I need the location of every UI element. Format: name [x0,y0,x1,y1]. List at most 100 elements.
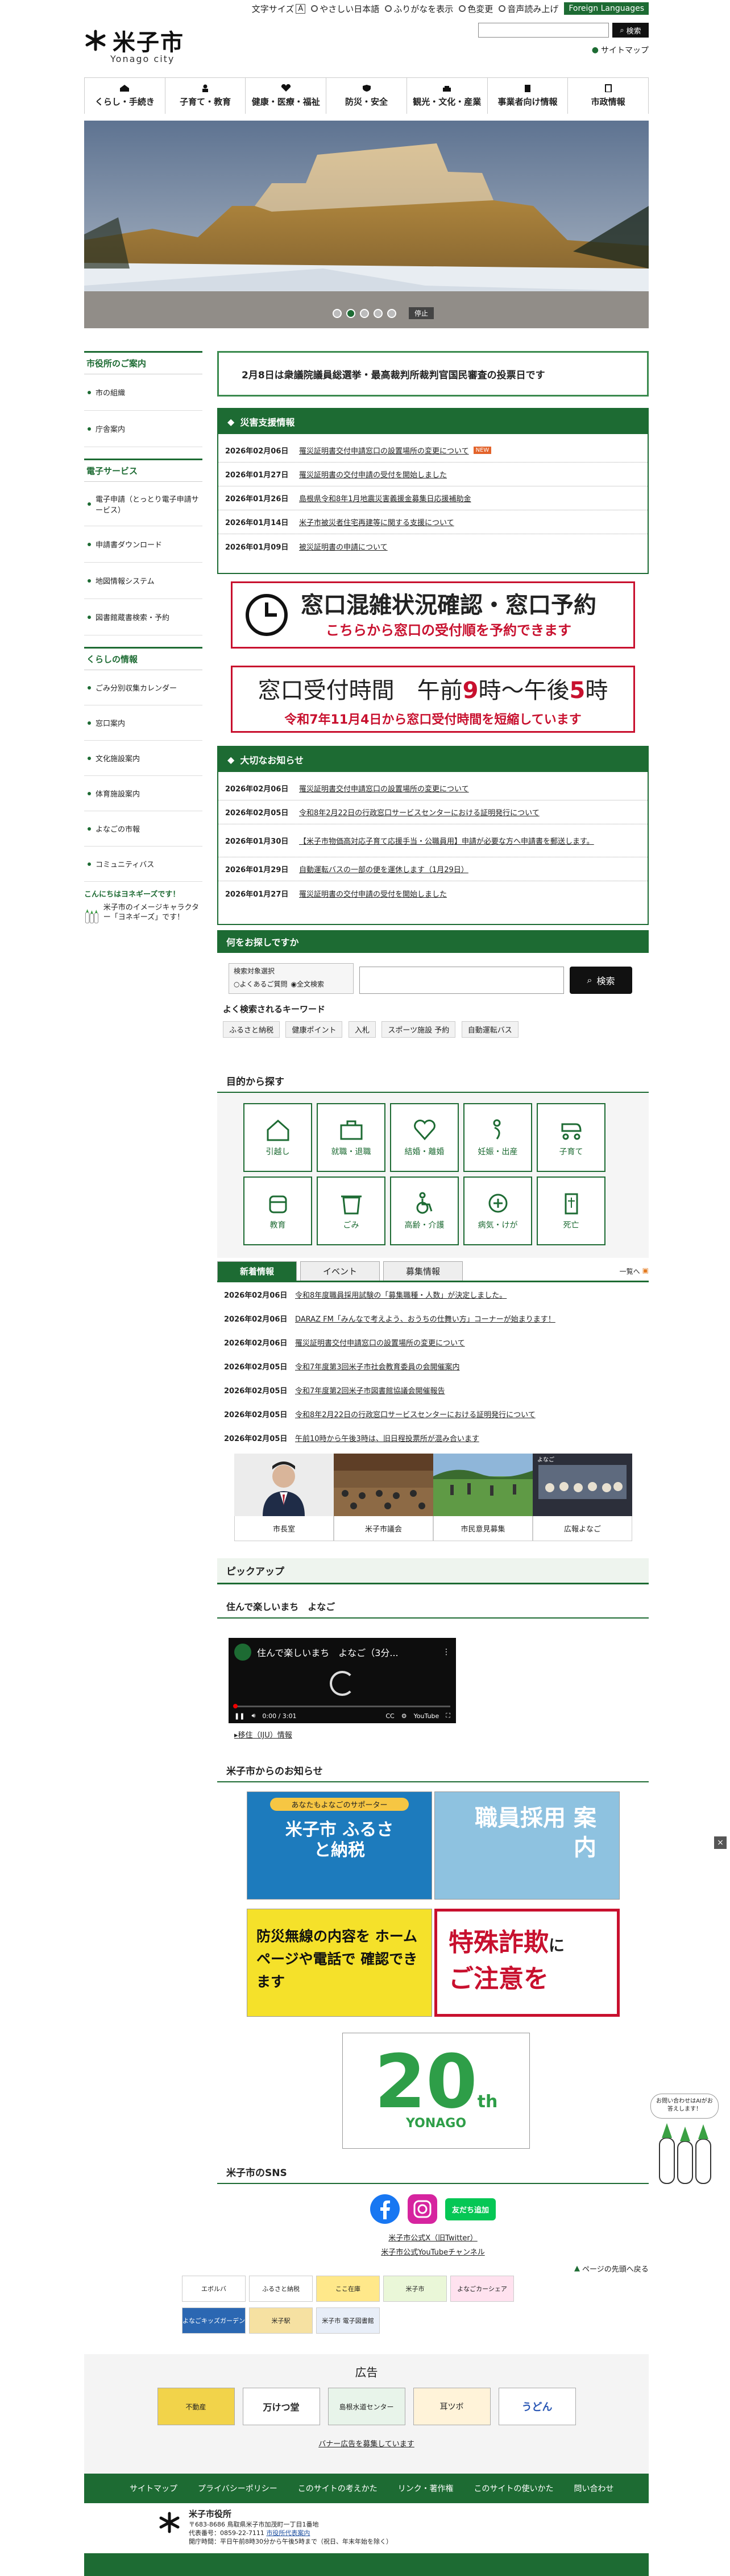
sidebar-item-forms[interactable]: 申請書ダウンロード [84,526,202,563]
facebook-icon[interactable] [370,2194,400,2224]
furigana-toggle[interactable]: ふりがなを表示 [385,3,453,15]
news-item[interactable]: 2026年02月06日 DARAZ FM「みんなで考えよう、おうちの仕舞い方」コー… [217,1306,649,1330]
font-size-button[interactable]: A [296,3,306,14]
site-search-button[interactable]: ⌕ 検索 [570,967,632,994]
sidebar-item-counter[interactable]: 窓口案内 [84,705,202,741]
news-list-link[interactable]: 一覧へ ▣ [620,1266,649,1276]
youtube-link[interactable]: 米子市公式YouTubeチャンネル [217,2246,649,2257]
slideshow-stop-button[interactable]: 停止 [409,307,434,319]
small-banner[interactable]: エボルバ [182,2276,246,2302]
nav-business[interactable]: 事業者向け情報 [488,78,569,114]
keyword-tag[interactable]: スポーツ施設 予約 [381,1021,456,1038]
page-top-link[interactable]: ▲ ページの先頭へ戻る [574,2263,649,2274]
hero-slideshow[interactable] [84,121,649,328]
ad-banner[interactable]: 耳ツボ [413,2388,491,2425]
youtube-logo[interactable]: YouTube [414,1712,439,1720]
ad-recruit-link[interactable]: バナー広告を募集しています [84,2438,649,2449]
news-item[interactable]: 2026年01月09日 被災証明書の申請について [218,534,648,558]
staff-recruitment-banner[interactable]: 職員採用 案内 [434,1791,620,1900]
keyword-tag[interactable]: ふるさと納税 [223,1021,280,1038]
news-item[interactable]: 2026年02月06日 罹災証明書交付申請窓口の設置場所の変更について [217,1330,649,1354]
ai-chat-widget[interactable]: お問い合わせはAIがお答えします！ [648,2094,722,2190]
pause-icon[interactable]: ❚❚ [234,1712,244,1720]
fraud-warning-banner[interactable]: 特殊詐欺に ご注意を [434,1909,620,2017]
small-banner[interactable]: 米子市 [383,2276,447,2302]
iju-info-link[interactable]: ▸移住（IJU）情報 [234,1729,292,1740]
site-logo[interactable]: 米子市 Yonago city [84,24,184,64]
sidebar-item-e-application[interactable]: 電子申請（とっとり電子申請サービス） [84,482,202,526]
site-search-input[interactable] [359,967,564,994]
thumb-public-comment[interactable]: 市民意見募集 [433,1454,533,1541]
news-item[interactable]: 2026年01月27日 罹災証明書の交付申請の受付を開始しました [218,881,648,905]
purpose-garbage[interactable]: ごみ [317,1176,385,1245]
sitemap-link[interactable]: ● サイトマップ [592,44,649,56]
video-progress[interactable] [233,1704,450,1708]
news-item[interactable]: 2026年02月06日 罹災証明書交付申請窓口の設置場所の変更について NEW [218,439,648,463]
instagram-icon[interactable] [407,2194,437,2224]
footer-link-privacy[interactable]: プライバシーポリシー [198,2483,277,2494]
news-item[interactable]: 2026年02月05日 令和7年度第3回米子市社会教育委員の会開催案内 [217,1354,649,1378]
small-banner[interactable]: 米子市 電子図書館 [316,2307,380,2334]
tab-recruit[interactable]: 募集情報 [383,1261,463,1281]
counter-hours-banner[interactable]: 窓口受付時間 午前9時〜午後5時 令和7年11月4日から窓口受付時間を短縮してい… [231,666,635,733]
news-item[interactable]: 2026年01月26日 島根県令和8年1月地震災害義援金募集日応援補助金 [218,486,648,510]
slide-dot-2[interactable] [346,308,355,318]
sidebar-item-bus[interactable]: コミュニティバス [84,847,202,882]
ad-banner[interactable]: うどん [498,2388,576,2425]
small-banner[interactable]: よなごカーシェア [450,2276,514,2302]
sidebar-item-organization[interactable]: 市の組織 [84,374,202,411]
news-item[interactable]: 2026年01月30日 【米子市物価高対応子育て応援手当・公職員用】申請が必要な方… [218,824,648,857]
sidebar-item-culture[interactable]: 文化施設案内 [84,741,202,776]
slide-dot-4[interactable] [374,308,383,318]
radio-faq[interactable]: ○よくあるご質問 [234,979,288,989]
news-item[interactable]: 2026年02月06日 罹災証明書交付申請窓口の設置場所の変更について [218,777,648,800]
footer-link-sitemap[interactable]: サイトマップ [130,2483,177,2494]
small-banner[interactable]: 米子駅 [249,2307,313,2334]
purpose-death[interactable]: 死亡 [537,1176,605,1245]
nav-health[interactable]: 健康・医療・福祉 [246,78,327,114]
thumb-assembly[interactable]: 米子市議会 [334,1454,433,1541]
radio-fulltext[interactable]: ◉全文検索 [291,979,325,989]
purpose-education[interactable]: 教育 [243,1176,312,1245]
purpose-marriage[interactable]: 結婚・離婚 [390,1103,459,1172]
header-search-input[interactable] [478,23,609,38]
sidebar-item-garbage[interactable]: ごみ分別収集カレンダー [84,670,202,705]
slide-dot-3[interactable] [360,308,369,318]
election-notice[interactable]: 2月8日は衆議院議員総選挙・最高裁判所裁判官国民審査の投票日です [217,351,649,397]
slide-dot-5[interactable] [387,308,396,318]
header-search-button[interactable]: ⌕ 検索 [612,23,649,38]
footer-link-copyright[interactable]: リンク・著作権 [398,2483,454,2494]
small-banner[interactable]: よなごキッズガーデン [182,2307,246,2334]
close-icon[interactable]: × [714,1836,727,1849]
thumb-mayor[interactable]: 市長室 [234,1454,334,1541]
footer-link-usage[interactable]: このサイトの使いかた [474,2483,553,2494]
sidebar-item-sports[interactable]: 体育施設案内 [84,776,202,811]
purpose-pregnancy[interactable]: 妊娠・出産 [463,1103,532,1172]
cc-icon[interactable]: CC [385,1712,394,1720]
nav-tourism[interactable]: 観光・文化・産業 [407,78,488,114]
sidebar-item-library[interactable]: 図書館蔵書検索・予約 [84,599,202,635]
news-item[interactable]: 2026年02月05日 令和8年2月22日の行政窓口サービスセンターにおける証明発… [218,800,648,824]
text-to-speech-toggle[interactable]: 音声読み上げ [499,3,558,15]
small-banner[interactable]: ふるさと納税 [249,2276,313,2302]
bousai-radio-banner[interactable]: 防災無線の内容を ホームページや電話で 確認できます [247,1909,432,2017]
yonago-20th-banner[interactable]: 20th YONAGO [342,2033,530,2149]
sidebar-item-office-guide[interactable]: 庁舎案内 [84,411,202,447]
line-add-friend-button[interactable]: 友だち追加 [445,2198,496,2220]
purpose-illness[interactable]: 病気・けが [463,1176,532,1245]
thumb-newsletter[interactable]: よなご 広報よなご [533,1454,632,1541]
ad-banner[interactable]: 島根水道センター [327,2388,405,2425]
easy-japanese-toggle[interactable]: やさしい日本語 [311,3,379,15]
nav-cityinfo[interactable]: 市政情報 [568,78,649,114]
keyword-tag[interactable]: 健康ポイント [285,1021,343,1038]
ad-banner[interactable]: 不動産 [157,2388,235,2425]
volume-icon[interactable]: 🔊︎ [251,1712,255,1720]
sidebar-item-map[interactable]: 地図情報システム [84,563,202,599]
settings-icon[interactable]: ⚙ [401,1712,407,1720]
slide-dot-1[interactable] [333,308,342,318]
sidebar-item-newsletter[interactable]: よなごの市報 [84,811,202,847]
color-change-toggle[interactable]: 色変更 [459,3,493,15]
keyword-tag[interactable]: 自動運転バス [461,1021,519,1038]
purpose-elderly[interactable]: 高齢・介護 [390,1176,459,1245]
news-item[interactable]: 2026年01月27日 罹災証明書の交付申請の受付を開始しました [218,463,648,486]
